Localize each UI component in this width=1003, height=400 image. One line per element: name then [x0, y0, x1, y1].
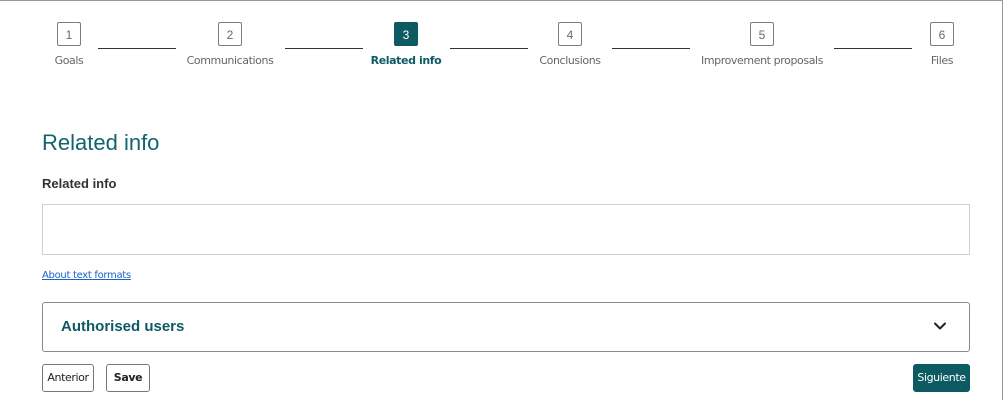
step-connector	[450, 48, 528, 49]
step-label: Conclusions	[539, 54, 601, 67]
save-button[interactable]: Save	[106, 364, 150, 392]
step-label: Communications	[186, 54, 274, 67]
next-button[interactable]: Siguiente	[913, 364, 970, 392]
step-number: 4	[558, 22, 582, 46]
step-conclusions[interactable]: 4 Conclusions	[530, 22, 610, 67]
authorised-users-accordion[interactable]: Authorised users	[42, 302, 970, 352]
step-label: Improvement proposals	[700, 54, 824, 67]
step-label: Files	[930, 54, 954, 67]
step-connector	[285, 48, 363, 49]
step-number: 3	[394, 22, 418, 46]
step-number: 5	[750, 22, 774, 46]
accordion-title: Authorised users	[61, 318, 185, 335]
step-communications[interactable]: 2 Communications	[180, 22, 280, 67]
step-related-info[interactable]: 3 Related info	[366, 22, 446, 67]
step-connector	[612, 48, 690, 49]
previous-button[interactable]: Anterior	[42, 364, 94, 392]
chevron-down-icon	[934, 322, 946, 330]
step-connector	[98, 48, 176, 49]
step-goals[interactable]: 1 Goals	[48, 22, 90, 67]
related-info-label: Related info	[42, 176, 117, 191]
step-label: Related info	[370, 54, 442, 67]
step-connector	[834, 48, 912, 49]
step-number: 1	[57, 22, 81, 46]
progress-stepper: 1 Goals 2 Communications 3 Related info …	[0, 0, 1003, 90]
section-title: Related info	[42, 130, 160, 155]
step-files[interactable]: 6 Files	[920, 22, 964, 67]
related-info-textarea[interactable]	[42, 204, 970, 255]
step-number: 2	[218, 22, 242, 46]
step-label: Goals	[54, 54, 84, 67]
about-text-formats-link[interactable]: About text formats	[42, 270, 131, 281]
step-improvement-proposals[interactable]: 5 Improvement proposals	[697, 22, 827, 67]
step-number: 6	[930, 22, 954, 46]
